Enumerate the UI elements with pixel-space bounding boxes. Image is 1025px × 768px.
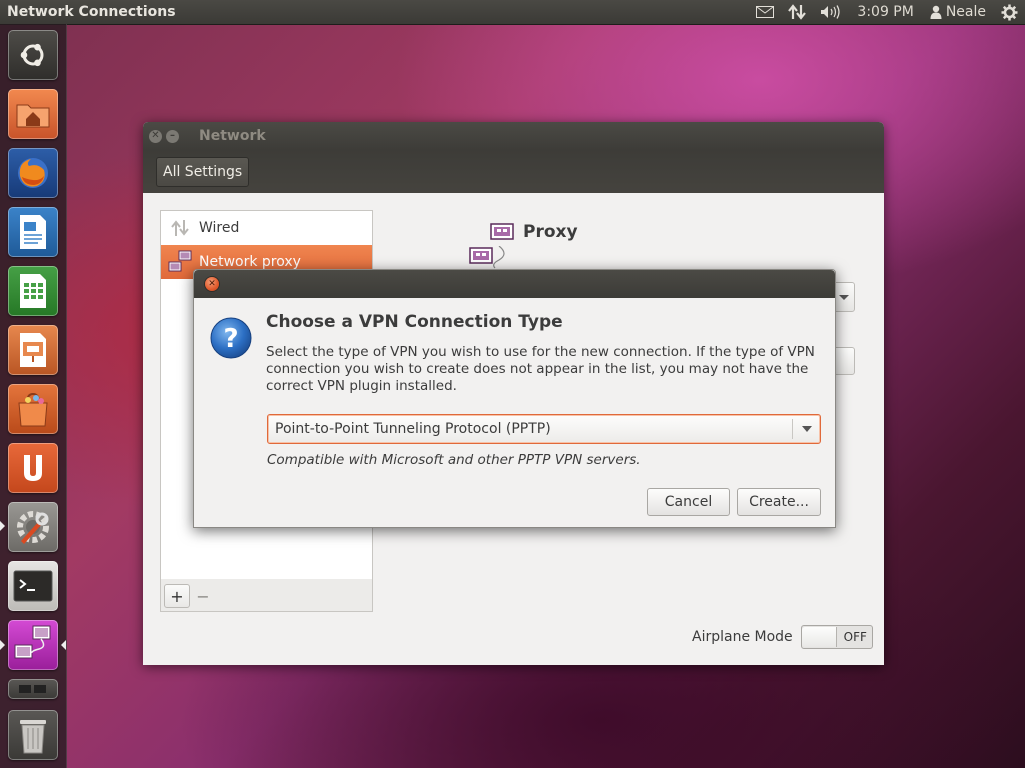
focused-indicator bbox=[61, 640, 66, 650]
airplane-mode-switch[interactable]: OFF bbox=[800, 625, 873, 649]
shopping-bag-icon bbox=[18, 392, 48, 427]
user-name: Neale bbox=[945, 4, 986, 20]
indicator-area: 3:09 PM Neale bbox=[749, 0, 1025, 24]
proxy-icon bbox=[490, 223, 514, 240]
software-center-button[interactable] bbox=[8, 384, 58, 434]
impress-icon bbox=[20, 333, 46, 367]
user-icon bbox=[930, 5, 942, 19]
active-app-title: Network Connections bbox=[7, 4, 176, 20]
vpn-type-dialog: ✕ ? Choose a VPN Connection Type Select … bbox=[193, 269, 836, 528]
network-window-title: Network bbox=[199, 128, 266, 144]
vpn-type-combo[interactable]: Point-to-Point Tunneling Protocol (PPTP) bbox=[267, 414, 821, 444]
writer-icon bbox=[20, 215, 46, 249]
dialog-body-text: Select the type of VPN you wish to use f… bbox=[266, 344, 815, 394]
proxy-header: Proxy bbox=[489, 222, 578, 242]
dialog-close-button[interactable]: ✕ bbox=[205, 277, 219, 291]
all-settings-button[interactable]: All Settings bbox=[156, 156, 250, 187]
close-icon: ✕ bbox=[151, 130, 160, 141]
libreoffice-impress-button[interactable] bbox=[8, 325, 58, 375]
chevron-down-icon bbox=[839, 295, 849, 300]
svg-text:?: ? bbox=[223, 324, 238, 354]
gear-icon[interactable] bbox=[994, 0, 1025, 24]
chevron-down-icon bbox=[793, 425, 820, 433]
minimize-icon: – bbox=[170, 130, 175, 141]
proxy-connection-icon bbox=[469, 246, 505, 269]
question-icon: ? bbox=[210, 317, 252, 359]
create-button[interactable]: Create... bbox=[737, 488, 821, 516]
ubuntu-one-button[interactable] bbox=[8, 443, 58, 493]
home-folder-icon bbox=[16, 104, 50, 128]
running-indicator bbox=[0, 521, 5, 531]
top-panel: Network Connections 3:09 PM Neale bbox=[0, 0, 1025, 24]
device-item-wired[interactable]: Wired bbox=[161, 211, 372, 245]
ubuntu-logo-icon bbox=[20, 43, 44, 67]
firefox-icon bbox=[18, 158, 48, 188]
vpn-type-selected: Point-to-Point Tunneling Protocol (PPTP) bbox=[275, 421, 551, 437]
terminal-button[interactable] bbox=[8, 561, 58, 611]
switch-knob bbox=[801, 627, 837, 647]
libreoffice-writer-button[interactable] bbox=[8, 207, 58, 257]
workspace-icon bbox=[19, 685, 46, 693]
wired-arrows-icon bbox=[171, 220, 189, 236]
network-toolbar: All Settings bbox=[143, 150, 884, 193]
proxy-title: Proxy bbox=[523, 222, 578, 242]
user-menu[interactable]: Neale bbox=[922, 4, 994, 20]
running-indicator bbox=[0, 640, 5, 650]
calc-icon bbox=[20, 274, 46, 308]
vpn-type-description: Compatible with Microsoft and other PPTP… bbox=[267, 452, 641, 468]
volume-icon[interactable] bbox=[813, 0, 849, 24]
libreoffice-calc-button[interactable] bbox=[8, 266, 58, 316]
dialog-heading: Choose a VPN Connection Type bbox=[266, 312, 563, 332]
proxy-apply-button[interactable] bbox=[833, 347, 855, 375]
network-proxy-icon bbox=[168, 250, 192, 272]
proxy-method-combo[interactable] bbox=[833, 282, 855, 312]
launcher bbox=[0, 24, 67, 768]
device-label: Wired bbox=[199, 220, 240, 236]
mail-icon[interactable] bbox=[749, 0, 781, 24]
network-icon bbox=[14, 625, 51, 659]
airplane-mode-row: Airplane Mode OFF bbox=[692, 625, 873, 649]
airplane-mode-label: Airplane Mode bbox=[692, 629, 793, 645]
add-device-button[interactable]: + bbox=[164, 584, 190, 608]
terminal-icon bbox=[13, 570, 53, 602]
trash-button[interactable] bbox=[8, 710, 58, 760]
workspace-switcher-button[interactable] bbox=[8, 679, 58, 699]
remove-device-button[interactable]: − bbox=[190, 584, 216, 608]
system-settings-button[interactable] bbox=[8, 502, 58, 552]
trash-icon bbox=[20, 720, 46, 754]
settings-wrench-icon bbox=[17, 511, 49, 544]
device-list-toolbar: + − bbox=[160, 579, 373, 612]
network-updown-icon[interactable] bbox=[781, 0, 813, 24]
close-icon: ✕ bbox=[208, 278, 216, 289]
dialog-titlebar[interactable]: ✕ bbox=[194, 270, 835, 298]
clock[interactable]: 3:09 PM bbox=[849, 4, 921, 20]
device-label: Network proxy bbox=[199, 254, 301, 270]
cancel-button[interactable]: Cancel bbox=[647, 488, 730, 516]
firefox-button[interactable] bbox=[8, 148, 58, 198]
network-connections-button[interactable] bbox=[8, 620, 58, 670]
ubuntu-dash-button[interactable] bbox=[8, 30, 58, 80]
window-minimize-button[interactable]: – bbox=[166, 129, 179, 143]
airplane-mode-state: OFF bbox=[843, 630, 867, 644]
network-window-titlebar[interactable]: ✕ – Network bbox=[143, 122, 884, 150]
window-close-button[interactable]: ✕ bbox=[149, 129, 162, 143]
home-folder-button[interactable] bbox=[8, 89, 58, 139]
ubuntu-one-icon bbox=[24, 455, 42, 481]
